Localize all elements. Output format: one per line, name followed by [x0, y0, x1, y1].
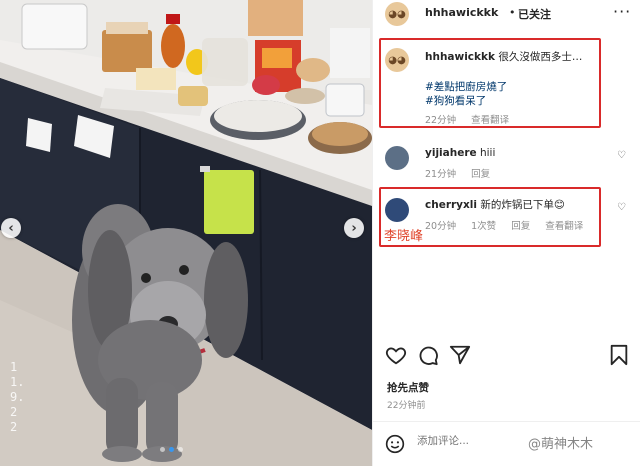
likes-text[interactable]: 抢先点赞 [387, 380, 429, 395]
post-actions [373, 344, 640, 370]
separator-dot: • [509, 6, 516, 19]
post-username[interactable]: hhhawickkk [425, 6, 498, 19]
reply-link[interactable]: 回复 [471, 169, 490, 180]
watermark: @萌神木木 [528, 437, 594, 452]
avatar[interactable]: ◕◕ [385, 2, 409, 26]
bookmark-icon[interactable] [609, 344, 629, 366]
comment-time: 21分钟 [425, 169, 457, 180]
carousel-dots [160, 447, 183, 452]
photo-date-stamp: 11.9.22 [10, 360, 25, 434]
comment-input[interactable] [417, 435, 517, 447]
emoji-icon[interactable] [385, 434, 405, 454]
comment-text: hiii [479, 147, 496, 159]
comment-icon[interactable] [417, 344, 439, 366]
carousel-dot[interactable] [160, 447, 165, 452]
add-comment-bar [373, 421, 640, 466]
heart-icon[interactable]: ♡ [617, 150, 626, 161]
comment-username[interactable]: yijiahere [425, 147, 477, 159]
post-timestamp: 22分钟前 [387, 401, 426, 411]
share-icon[interactable] [449, 344, 471, 366]
carousel-next-button[interactable]: › [344, 218, 364, 238]
more-options-icon[interactable]: ··· [613, 2, 631, 21]
post-header: ◕◕ hhhawickkk • 已关注 ··· [373, 0, 640, 30]
annotation-name: 李晓峰 [384, 229, 424, 244]
kitchen-dog-scene [0, 0, 372, 466]
heart-icon[interactable] [385, 344, 407, 366]
carousel-dot[interactable] [169, 447, 174, 452]
screenshot-frame: ‹ › 11.9.22 ◕◕ hhhawickkk • 已关注 ··· ◕◕ h… [0, 0, 640, 466]
post-photo[interactable]: ‹ › 11.9.22 [0, 0, 372, 466]
avatar[interactable] [385, 146, 409, 170]
carousel-dot[interactable] [178, 447, 183, 452]
follow-status[interactable]: 已关注 [518, 6, 551, 22]
highlight-box [379, 38, 601, 128]
heart-icon[interactable]: ♡ [617, 202, 626, 213]
carousel-prev-button[interactable]: ‹ [1, 218, 21, 238]
